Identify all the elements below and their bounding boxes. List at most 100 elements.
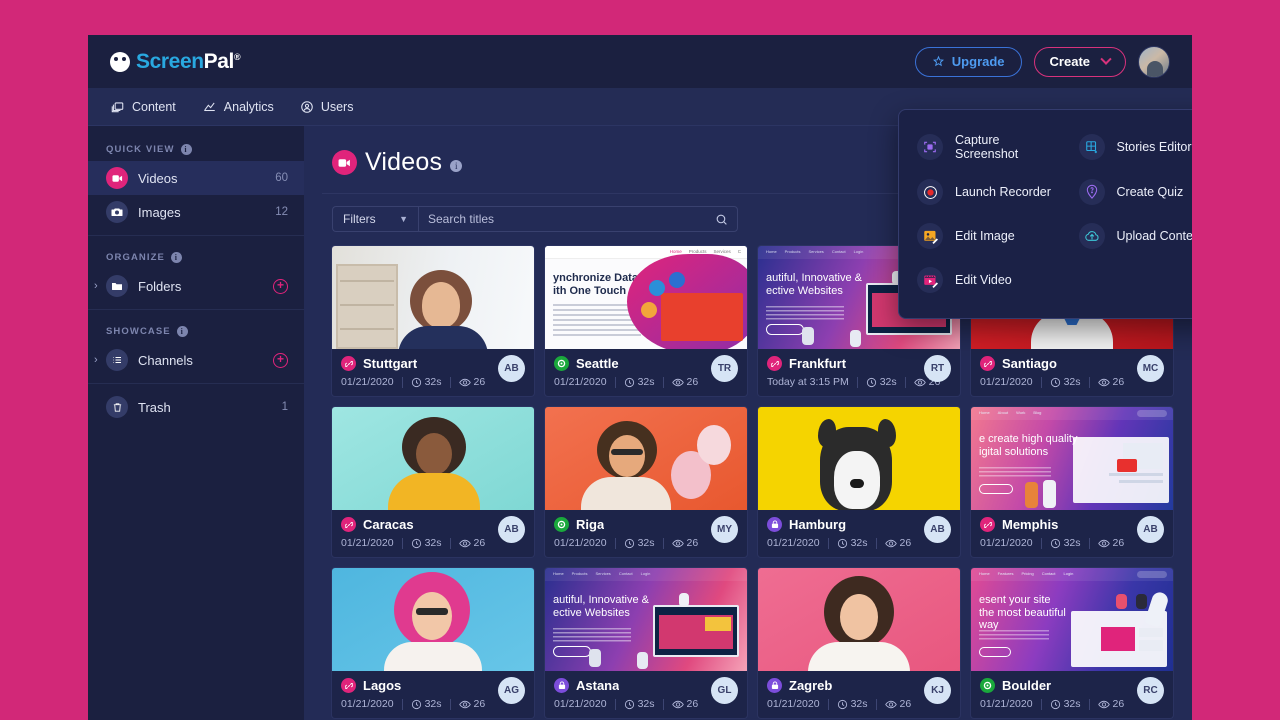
video-thumbnail[interactable]: [332, 246, 534, 349]
video-card-date: 01/21/2020: [554, 376, 607, 388]
add-channel-button[interactable]: +: [273, 352, 288, 368]
create-menu-item-launch-recorder[interactable]: Launch Recorder: [899, 170, 1061, 214]
video-card-duration-text: 32s: [424, 537, 442, 549]
screenpal-logo[interactable]: ScreenPal®: [110, 50, 241, 74]
sidebar-item-channels[interactable]: › Channels +: [88, 343, 304, 377]
info-icon[interactable]: i: [450, 160, 463, 172]
video-thumbnail[interactable]: Home Features Pricing Contact Login esent you…: [971, 568, 1173, 671]
video-card[interactable]: Hamburg 01/21/2020 32s 26 AB: [758, 407, 960, 557]
search-input[interactable]: [428, 212, 715, 226]
search-icon[interactable]: [715, 213, 728, 226]
visibility-public-icon[interactable]: [554, 517, 569, 532]
video-card-owner-avatar[interactable]: MY: [711, 516, 738, 543]
create-menu-item-label: Capture Screenshot: [955, 133, 1019, 161]
video-thumbnail[interactable]: [758, 568, 960, 671]
sidebar-item-videos[interactable]: Videos 60: [88, 161, 304, 195]
eye-icon: [458, 539, 471, 547]
eye-icon: [1097, 700, 1110, 708]
stat-divider: [449, 698, 451, 710]
list-glyph: [113, 357, 121, 363]
video-card-owner-avatar[interactable]: AB: [498, 516, 525, 543]
video-card[interactable]: Home Products Services Contact Login autiful,…: [545, 568, 747, 718]
video-thumbnail[interactable]: Home Products Services Contact Login autiful,…: [545, 568, 747, 671]
visibility-link-icon[interactable]: [980, 356, 995, 371]
camera-glyph: [111, 208, 123, 216]
create-menu-item-capture-screenshot[interactable]: Capture Screenshot: [899, 124, 1061, 170]
video-card[interactable]: Stuttgart 01/21/2020 32s 26 AB: [332, 246, 534, 396]
video-card-owner-avatar[interactable]: RC: [1137, 677, 1164, 704]
sidebar-item-folders[interactable]: › Folders +: [88, 269, 304, 303]
video-thumbnail[interactable]: [332, 407, 534, 510]
video-card[interactable]: Home Features Pricing Contact Login esent you…: [971, 568, 1173, 718]
visibility-private-icon[interactable]: [554, 678, 569, 693]
video-card-title: Seattle: [576, 356, 619, 371]
create-menu-item-create-quiz[interactable]: Create Quiz: [1061, 170, 1193, 214]
video-card-owner-avatar[interactable]: RT: [924, 355, 951, 382]
video-card[interactable]: Zagreb 01/21/2020 32s 26 KJ: [758, 568, 960, 718]
create-menu-item-upload-content[interactable]: Upload Content: [1061, 214, 1192, 258]
video-card[interactable]: Riga 01/21/2020 32s 26 MY: [545, 407, 747, 557]
video-thumbnail[interactable]: Home Products Services Cynchronize Data ith …: [545, 246, 747, 349]
info-icon[interactable]: i: [170, 252, 182, 263]
video-card-owner-avatar[interactable]: AB: [924, 516, 951, 543]
video-card[interactable]: Lagos 01/21/2020 32s 26 AG: [332, 568, 534, 718]
visibility-public-icon[interactable]: [980, 678, 995, 693]
video-card[interactable]: Home Products Services Cynchronize Data ith …: [545, 246, 747, 396]
upgrade-button[interactable]: Upgrade: [914, 46, 1022, 77]
sidebar-divider-1: [88, 235, 304, 236]
video-thumbnail[interactable]: [332, 568, 534, 671]
video-card-owner-avatar[interactable]: AB: [1137, 516, 1164, 543]
chevron-right-icon[interactable]: ›: [94, 280, 98, 292]
video-card-duration: 32s: [1050, 698, 1081, 710]
visibility-link-icon[interactable]: [980, 517, 995, 532]
list-icon: [106, 349, 128, 371]
sidebar-item-trash[interactable]: Trash 1: [88, 390, 304, 424]
video-card-date: 01/21/2020: [341, 698, 394, 710]
visibility-link-icon[interactable]: [767, 356, 782, 371]
video-card[interactable]: Home About Work Blog e create high quality ig…: [971, 407, 1173, 557]
folder-glyph: [112, 283, 122, 290]
video-card-owner-avatar[interactable]: AG: [498, 677, 525, 704]
create-menu-item-edit-image[interactable]: Edit Image: [899, 214, 1061, 258]
sidebar-item-trash-label: Trash: [138, 399, 171, 415]
search-box[interactable]: [418, 206, 738, 232]
video-thumbnail[interactable]: Home About Work Blog e create high quality ig…: [971, 407, 1173, 510]
video-card-owner-avatar[interactable]: MC: [1137, 355, 1164, 382]
nav-item-users[interactable]: Users: [300, 100, 353, 114]
video-thumbnail[interactable]: [758, 407, 960, 510]
visibility-link-icon[interactable]: [341, 356, 356, 371]
video-card[interactable]: Caracas 01/21/2020 32s 26 AB: [332, 407, 534, 557]
video-card-owner-avatar[interactable]: AB: [498, 355, 525, 382]
create-menu-item-edit-video[interactable]: Edit Video: [899, 258, 1061, 302]
user-avatar[interactable]: [1138, 45, 1170, 78]
video-card-owner-avatar[interactable]: GL: [711, 677, 738, 704]
clock-icon: [866, 377, 876, 387]
sidebar-item-images[interactable]: Images 12: [88, 195, 304, 229]
chevron-right-icon[interactable]: ›: [94, 354, 98, 366]
info-icon[interactable]: i: [176, 326, 188, 337]
video-card-views: 26: [458, 537, 485, 549]
visibility-private-icon[interactable]: [767, 517, 782, 532]
nav-item-analytics[interactable]: Analytics: [202, 100, 274, 114]
video-card-owner-avatar[interactable]: TR: [711, 355, 738, 382]
visibility-public-icon[interactable]: [554, 356, 569, 371]
video-thumbnail[interactable]: [545, 407, 747, 510]
visibility-private-icon[interactable]: [767, 678, 782, 693]
video-card-title: Caracas: [363, 517, 414, 532]
video-card-date: 01/21/2020: [341, 537, 394, 549]
video-card-owner-avatar[interactable]: KJ: [924, 677, 951, 704]
filters-dropdown[interactable]: Filters ▼: [332, 206, 418, 232]
create-dropdown-menu: Capture Screenshot Stories Editor Launch R…: [898, 109, 1192, 319]
create-menu-item-stories-editor[interactable]: Stories Editor: [1061, 124, 1193, 170]
visibility-link-icon[interactable]: [341, 678, 356, 693]
visibility-link-icon[interactable]: [341, 517, 356, 532]
video-card-stats: 01/21/2020 32s 26: [554, 537, 738, 549]
nav-item-content[interactable]: Content: [110, 100, 176, 114]
info-icon[interactable]: i: [180, 144, 192, 155]
video-card-views-text: 26: [473, 376, 486, 388]
video-camera-icon: [106, 167, 128, 189]
nav-item-content-label: Content: [132, 99, 176, 114]
add-folder-button[interactable]: +: [273, 278, 288, 294]
app-window: ScreenPal® Upgrade Create Content Analyt…: [88, 35, 1192, 720]
create-button[interactable]: Create: [1033, 46, 1126, 77]
